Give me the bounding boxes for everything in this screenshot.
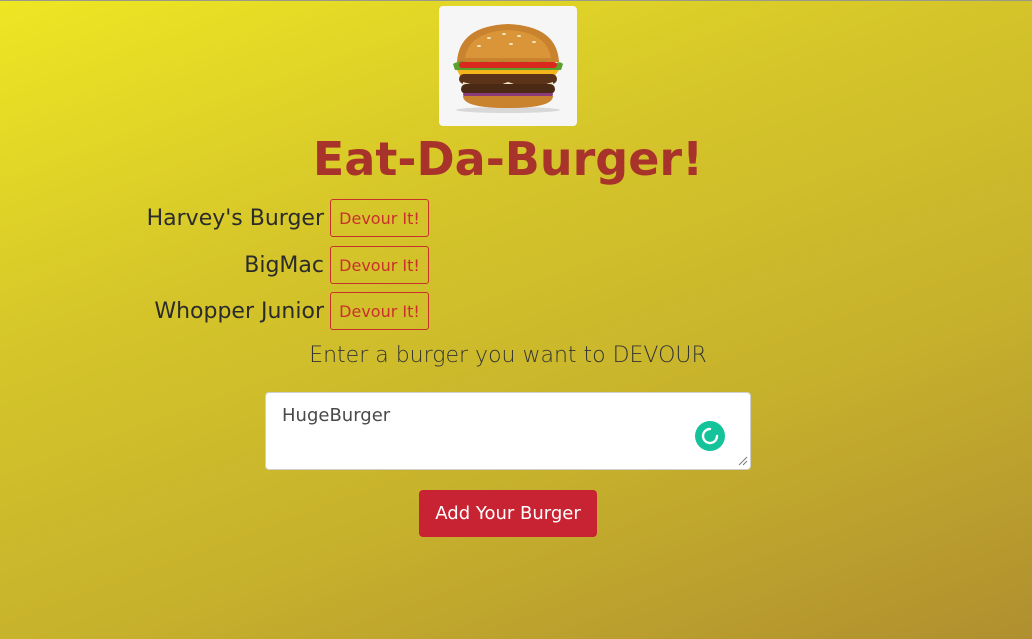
burger-name: Harvey's Burger [146,205,324,231]
burger-name: BigMac [244,252,324,278]
burger-row: Harvey's Burger Devour It! [100,199,429,237]
grammarly-spinner-icon [701,427,719,445]
burger-input[interactable]: HugeBurger [265,392,751,470]
devour-button[interactable]: Devour It! [330,246,429,284]
resize-handle-icon[interactable] [738,456,748,466]
add-burger-button[interactable]: Add Your Burger [419,490,597,537]
devour-button[interactable]: Devour It! [330,199,429,237]
devour-button[interactable]: Devour It! [330,292,429,330]
burger-row: BigMac Devour It! [100,246,429,284]
page-title: Eat-Da-Burger! [312,132,704,186]
burger-prompt: Enter a burger you want to DEVOUR [309,343,707,368]
burger-logo [439,6,577,126]
burger-row: Whopper Junior Devour It! [100,292,429,330]
window-top-border [0,0,1032,1]
burger-name: Whopper Junior [154,298,324,324]
burger-icon [453,24,563,113]
grammarly-icon[interactable] [695,421,725,451]
